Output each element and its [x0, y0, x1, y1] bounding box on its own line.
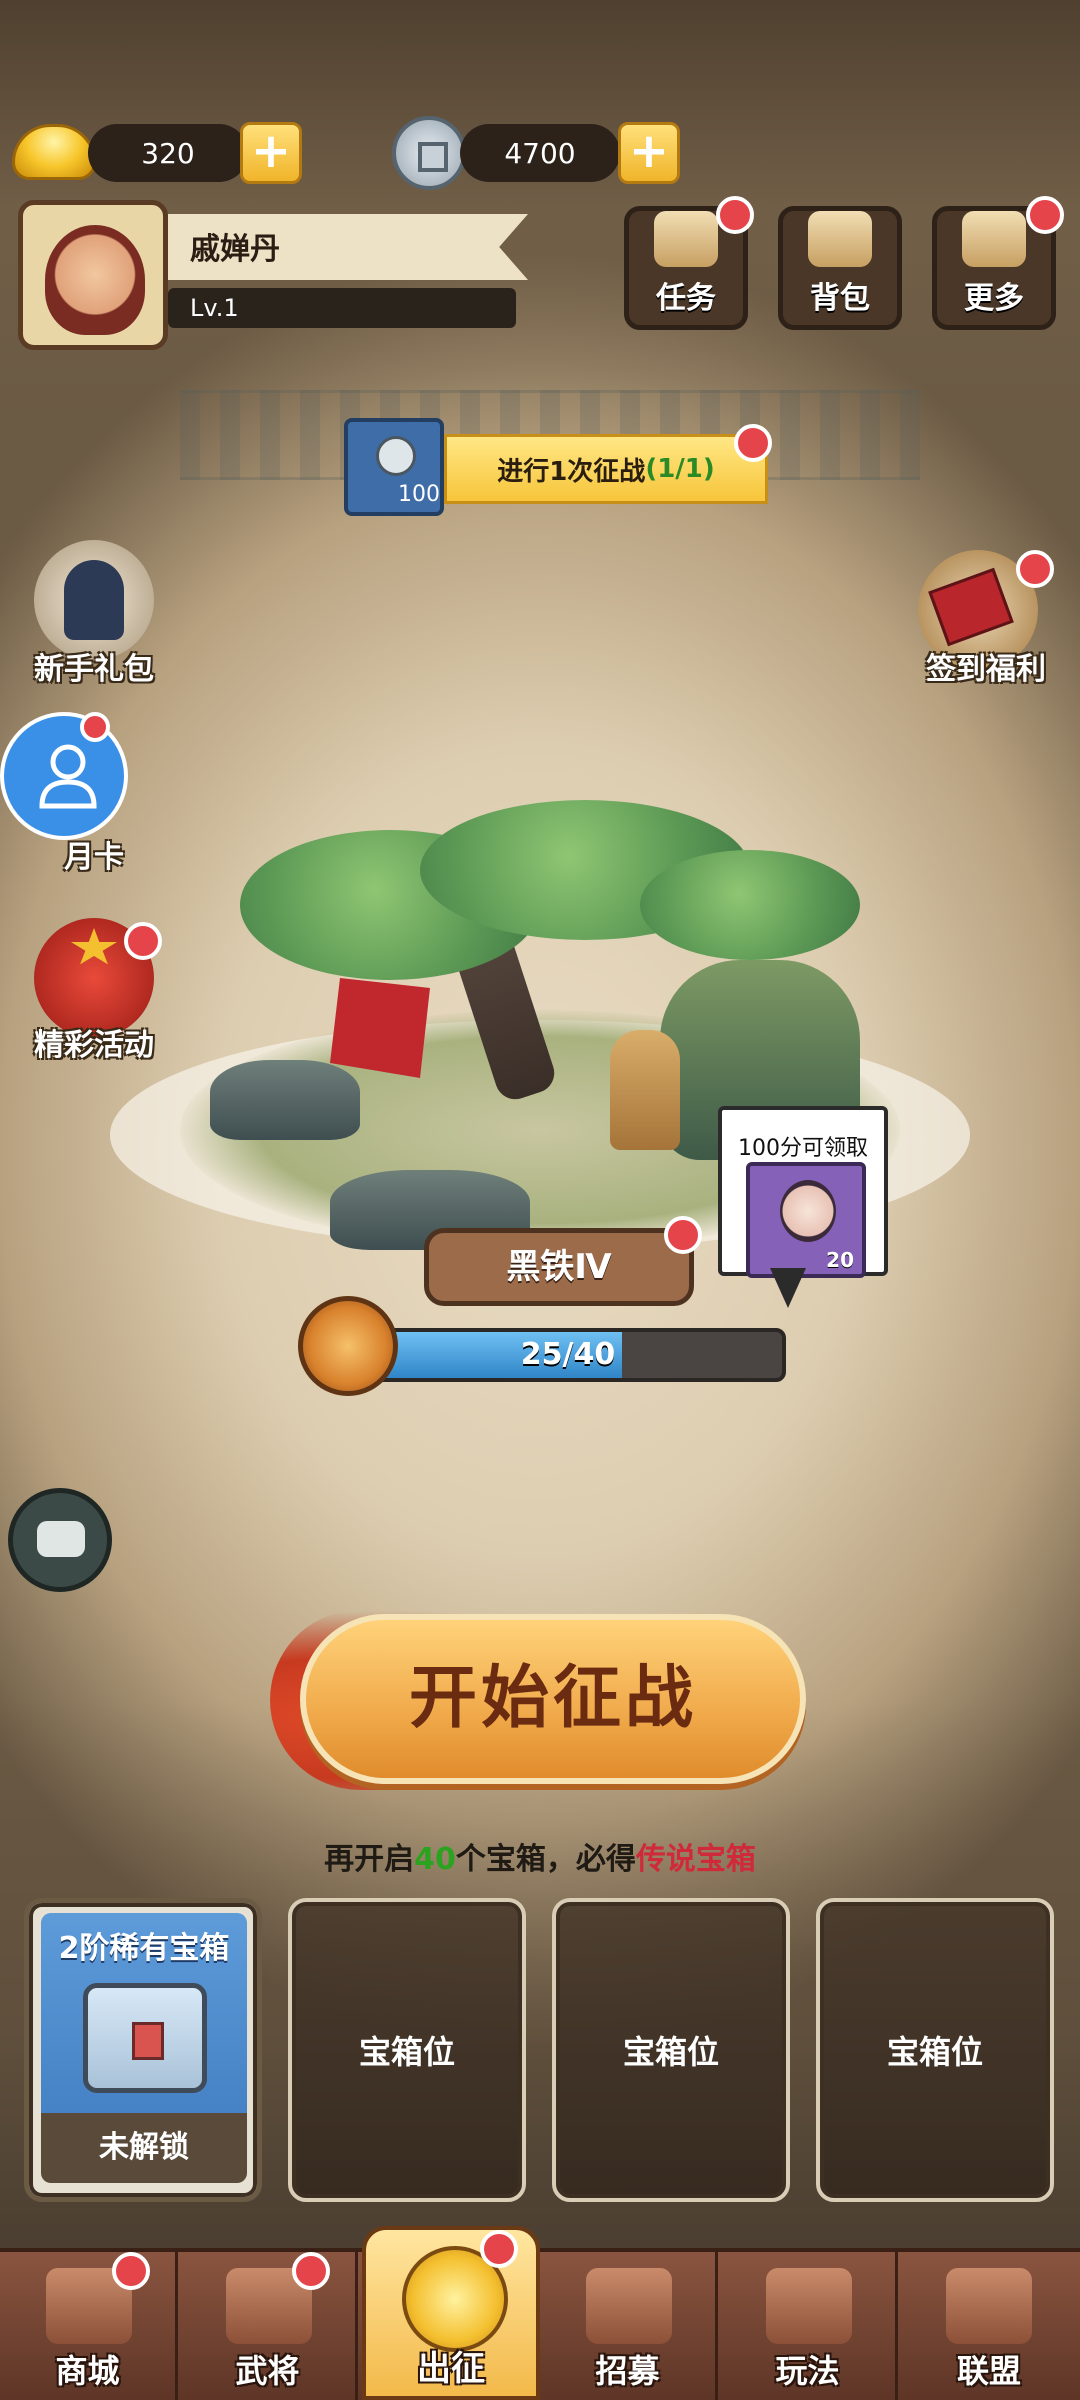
generals-notification-dot — [292, 2252, 330, 2290]
rank-plate[interactable]: 黑铁Ⅳ — [424, 1228, 694, 1306]
reward-bubble[interactable]: 100分可领取 20 — [718, 1106, 888, 1278]
scroll-icon — [654, 211, 718, 267]
rank-notification-dot — [664, 1216, 702, 1254]
expedition-notification-dot — [480, 2230, 518, 2268]
chest-slot-2[interactable]: 宝箱位 — [288, 1898, 526, 2202]
nav-shop[interactable]: 商城 — [0, 2248, 178, 2400]
rank-medal-icon — [298, 1296, 398, 1396]
training-dummy — [610, 1030, 680, 1150]
reward-bubble-title: 100分可领取 — [738, 1136, 868, 1161]
rock — [210, 1060, 360, 1140]
nav-recruit-label: 招募 — [595, 2352, 660, 2390]
player-name: 戚婵丹 — [190, 232, 280, 267]
player-avatar[interactable] — [18, 200, 168, 350]
pavilion-icon — [766, 2268, 852, 2344]
monthly-card-notification-dot — [80, 712, 110, 742]
bag-label: 背包 — [810, 281, 870, 316]
copper-coin-icon — [392, 116, 466, 190]
chest-tip-number: 40 — [414, 1842, 456, 1877]
nav-recruit[interactable]: 招募 — [540, 2248, 718, 2400]
recruit-scroll-icon — [586, 2268, 672, 2344]
nav-gameplay-label: 玩法 — [775, 2352, 840, 2390]
add-copper-button[interactable]: + — [618, 122, 680, 184]
nav-alliance[interactable]: 联盟 — [900, 2248, 1078, 2400]
bag-button[interactable]: 背包 — [778, 206, 902, 330]
player-level: Lv.1 — [168, 288, 516, 328]
rank-xp-bar: 25/40 — [350, 1328, 786, 1382]
quest-progress: (1/1) — [645, 454, 715, 484]
alliance-flag-icon — [946, 2268, 1032, 2344]
tree-canopy — [640, 850, 860, 960]
quest-text: 进行1次征战 — [497, 456, 646, 487]
war-banner — [330, 978, 430, 1078]
gold-amount: 320 — [88, 124, 248, 182]
newbie-pack-button[interactable] — [34, 540, 154, 660]
copper-coin-icon — [376, 436, 416, 476]
reward-count: 20 — [826, 1248, 854, 1272]
tasks-notification-dot — [716, 196, 754, 234]
chest-tip-legendary: 传说宝箱 — [635, 1842, 756, 1877]
quest-reward-icon: 100 — [344, 418, 444, 516]
add-gold-button[interactable]: + — [240, 122, 302, 184]
signin-label: 签到福利 — [926, 652, 1046, 687]
tasks-label: 任务 — [656, 281, 716, 316]
chest-slot-title: 2阶稀有宝箱 — [58, 1931, 230, 1966]
chest-slot-empty-label: 宝箱位 — [358, 2033, 455, 2071]
bubble-tail — [770, 1268, 806, 1308]
start-battle-button[interactable]: 开始征战 — [300, 1614, 806, 1784]
hero-card-icon: 20 — [746, 1162, 866, 1278]
chest-slot-4[interactable]: 宝箱位 — [816, 1898, 1054, 2202]
events-label: 精彩活动 — [34, 1028, 154, 1063]
rare-chest-icon — [83, 1983, 207, 2093]
quest-reward-amount: 100 — [398, 482, 440, 507]
chest-slot-3[interactable]: 宝箱位 — [552, 1898, 790, 2202]
chest-slot-status: 未解锁 — [41, 2113, 247, 2183]
chest-slot-1[interactable]: 2阶稀有宝箱 未解锁 — [24, 1898, 262, 2202]
more-notification-dot — [1026, 196, 1064, 234]
chest-slot-empty-label: 宝箱位 — [622, 2033, 719, 2071]
nav-shop-label: 商城 — [55, 2352, 120, 2390]
quest-banner[interactable]: 进行1次征战 (1/1) — [444, 434, 768, 504]
newbie-pack-label: 新手礼包 — [34, 652, 154, 687]
nav-alliance-label: 联盟 — [956, 2352, 1021, 2390]
user-icon — [39, 744, 97, 809]
chat-bubble-icon — [37, 1521, 85, 1557]
more-label: 更多 — [964, 281, 1024, 316]
nav-generals[interactable]: 武将 — [180, 2248, 358, 2400]
chest-tip-prefix: 再开启 — [324, 1842, 415, 1877]
signin-chest-icon — [928, 567, 1014, 647]
chest-slot-empty-label: 宝箱位 — [886, 2033, 983, 2071]
chat-button[interactable] — [8, 1488, 112, 1592]
copper-amount: 4700 — [460, 124, 620, 182]
gift-bag-icon — [70, 928, 118, 965]
heroine-portrait-icon — [780, 1180, 836, 1242]
signin-notification-dot — [1016, 550, 1054, 588]
warrior-portrait-icon — [45, 225, 145, 335]
nav-expedition-label: 出征 — [417, 2349, 485, 2389]
bag-icon — [808, 211, 872, 267]
chest-tip-middle: 个宝箱，必得 — [455, 1842, 636, 1877]
warrior-icon — [64, 560, 124, 640]
quest-notification-dot — [734, 424, 772, 462]
monthly-card-label: 月卡 — [64, 840, 124, 875]
chest-tip: 再开启40个宝箱，必得传说宝箱 — [0, 1834, 1080, 1878]
events-notification-dot — [124, 922, 162, 960]
nav-generals-label: 武将 — [235, 2352, 300, 2390]
list-icon — [962, 211, 1026, 267]
rank-xp-text: 25/40 — [520, 1337, 616, 1372]
nav-gameplay[interactable]: 玩法 — [720, 2248, 898, 2400]
shop-notification-dot — [112, 2252, 150, 2290]
